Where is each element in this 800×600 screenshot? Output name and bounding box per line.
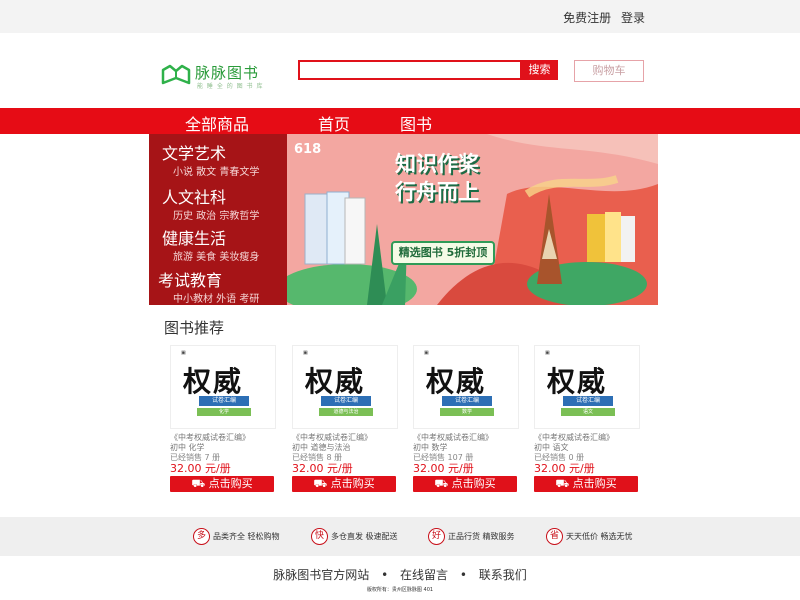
buy-button[interactable]: ⛟ 点击购买 (292, 476, 396, 492)
nav-all-products[interactable]: 全部商品 (185, 111, 249, 135)
cover-subject: 道德与法治 (319, 408, 373, 416)
cart-button[interactable]: 购物车 (574, 60, 644, 82)
banner-headline-line1: 知识作桨 (395, 152, 479, 176)
feature-mark-icon: 省 (546, 528, 563, 545)
cover-subject: 化学 (197, 408, 251, 416)
buy-label: 点击购买 (330, 477, 375, 490)
login-link[interactable]: 登录 (621, 11, 645, 25)
category-subs[interactable]: 小说 散文 青春文学 (173, 163, 259, 178)
cover-title: 权威 (426, 365, 487, 398)
cart-icon: ⛟ (555, 477, 573, 490)
copyright-text: 版权所有：贵州区脉脉图 401 (366, 587, 434, 593)
publisher-mark-icon: ▣ (303, 350, 308, 356)
brand-name: 脉脉图书 (195, 64, 260, 82)
category-menu: 文学艺术 小说 散文 青春文学 人文社科 历史 政治 宗教哲学 健康生活 旅游 … (149, 134, 287, 305)
buy-button[interactable]: ⛟ 点击购买 (413, 476, 517, 492)
search-input[interactable] (298, 60, 522, 80)
buy-label: 点击购买 (208, 477, 253, 490)
footer-contact-link[interactable]: 联系我们 (479, 568, 527, 582)
book-price: 32.00 元/册 (292, 462, 353, 475)
cover-subtitle: 试卷汇编 (442, 396, 492, 406)
book-cover[interactable]: ▣ 权威 试卷汇编 道德与法治 (292, 345, 398, 429)
account-links: 免费注册 登录 (557, 9, 645, 26)
feature-label: 天天低价 畅选无忧 (566, 532, 633, 541)
cart-icon: ⛟ (434, 477, 452, 490)
book-cover[interactable]: ▣ 权威 试卷汇编 化学 (170, 345, 276, 429)
category-title[interactable]: 健康生活 (162, 225, 226, 249)
cover-subject: 语文 (561, 408, 615, 416)
cover-subtitle: 试卷汇编 (563, 396, 613, 406)
cart-icon: ⛟ (313, 477, 331, 490)
book-price: 32.00 元/册 (413, 462, 474, 475)
banner-tagline: 精选图书 5折封顶 (391, 241, 495, 265)
nav-home[interactable]: 首页 (318, 111, 350, 135)
footer-links: 脉脉图书官方网站 • 在线留言 • 联系我们 (0, 566, 800, 583)
book-cover[interactable]: ▣ 权威 试卷汇编 数学 (413, 345, 519, 429)
cover-title: 权威 (183, 365, 244, 398)
category-subs[interactable]: 中小教材 外语 考研 (173, 290, 259, 305)
main-nav: 全部商品 首页 图书 (0, 108, 800, 134)
banner-headline: 知识作桨 行舟而上 (395, 150, 505, 206)
publisher-mark-icon: ▣ (181, 350, 186, 356)
search-bar: 搜索 (298, 60, 560, 80)
section-title-recommend: 图书推荐 (164, 319, 225, 337)
search-button[interactable]: 搜索 (521, 60, 558, 80)
buy-label: 点击购买 (451, 477, 496, 490)
category-subs[interactable]: 旅游 美食 美妆瘦身 (173, 248, 259, 263)
cover-subtitle: 试卷汇编 (321, 396, 371, 406)
register-link[interactable]: 免费注册 (563, 11, 611, 25)
feature-label: 正品行货 精致服务 (448, 532, 515, 541)
buy-button[interactable]: ⛟ 点击购买 (534, 476, 638, 492)
book-price: 32.00 元/册 (170, 462, 231, 475)
cover-subtitle: 试卷汇编 (199, 396, 249, 406)
cart-icon: ⛟ (191, 477, 209, 490)
banner-headline-line2: 行舟而上 (395, 180, 479, 204)
category-title[interactable]: 文学艺术 (162, 140, 226, 164)
category-title[interactable]: 考试教育 (158, 267, 222, 291)
cover-subject: 数学 (440, 408, 494, 416)
nav-books[interactable]: 图书 (400, 111, 432, 135)
cover-title: 权威 (305, 365, 366, 398)
category-subs[interactable]: 历史 政治 宗教哲学 (173, 207, 259, 222)
publisher-mark-icon: ▣ (545, 350, 550, 356)
book-logo-icon (161, 64, 191, 85)
buy-label: 点击购买 (572, 477, 617, 490)
top-bar: 免费注册 登录 (0, 0, 800, 33)
category-title[interactable]: 人文社科 (162, 184, 226, 208)
book-cover[interactable]: ▣ 权威 试卷汇编 语文 (534, 345, 640, 429)
feature-mark-icon: 快 (311, 528, 328, 545)
service-features-bar: 多 品类齐全 轻松购物 快 多仓直发 极速配送 好 正品行货 精致服务 省 天天… (0, 517, 800, 556)
brand-slogan: 能 睡 全 的 图 书 库 (197, 83, 264, 90)
book-price: 32.00 元/册 (534, 462, 595, 475)
footer-separator: • (459, 568, 467, 582)
promo-banner[interactable]: 618 知识作桨 行舟而上 精选图书 5折封顶 (287, 134, 658, 305)
feature-mark-icon: 好 (428, 528, 445, 545)
feature-mark-icon: 多 (193, 528, 210, 545)
site-logo[interactable]: 脉脉图书 能 睡 全 的 图 书 库 (161, 60, 281, 90)
publisher-mark-icon: ▣ (424, 350, 429, 356)
footer-message-link[interactable]: 在线留言 (400, 568, 448, 582)
feature-label: 多仓直发 极速配送 (331, 532, 398, 541)
footer-separator: • (381, 568, 389, 582)
buy-button[interactable]: ⛟ 点击购买 (170, 476, 274, 492)
banner-618-badge: 618 (294, 142, 322, 157)
footer-site-link[interactable]: 脉脉图书官方网站 (273, 568, 369, 582)
feature-label: 品类齐全 轻松购物 (213, 532, 280, 541)
cover-title: 权威 (547, 365, 608, 398)
